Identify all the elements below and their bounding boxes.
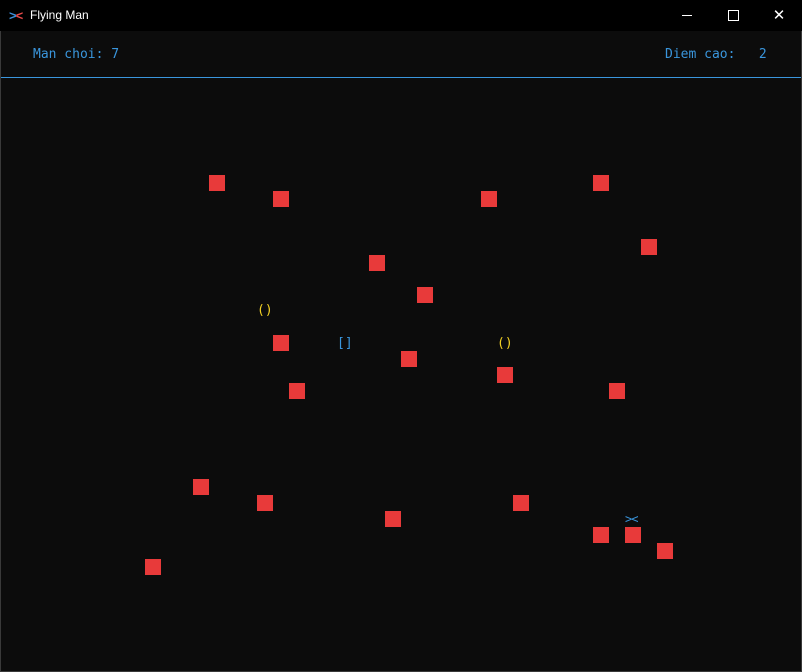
player-ship: >< [625,512,638,526]
obstacle-block [481,191,497,207]
title-bar: >< Flying Man ✕ [0,0,802,31]
minimize-icon [682,15,692,16]
obstacle-block [145,559,161,575]
shield-pickup: [] [337,336,353,351]
level-indicator: Man choi: 7 [33,47,120,62]
obstacle-block [593,527,609,543]
coin-pickup: () [257,303,273,318]
obstacle-block [193,479,209,495]
obstacle-block [417,287,433,303]
coin-pickup: () [497,336,513,351]
window-title: Flying Man [30,8,89,22]
obstacle-block [401,351,417,367]
obstacle-block [273,335,289,351]
high-score: Diem cao: 2 [665,47,767,62]
obstacle-block [625,527,641,543]
close-icon: ✕ [772,6,786,24]
maximize-icon [727,10,739,21]
obstacle-block [641,239,657,255]
obstacle-block [209,175,225,191]
minimize-button[interactable] [664,0,710,31]
obstacle-block [369,255,385,271]
obstacle-block [257,495,273,511]
obstacle-block [513,495,529,511]
game-console[interactable]: Man choi: 7 Diem cao: 2 () () [] >< [1,31,801,671]
maximize-button[interactable] [710,0,756,31]
obstacle-block [273,191,289,207]
app-icon: >< [9,8,23,23]
hud-divider [1,77,801,78]
window-border-left [0,31,1,672]
close-button[interactable]: ✕ [756,0,802,31]
obstacle-block [385,511,401,527]
obstacle-block [497,367,513,383]
obstacle-block [657,543,673,559]
obstacle-block [593,175,609,191]
obstacle-block [289,383,305,399]
obstacle-block [609,383,625,399]
